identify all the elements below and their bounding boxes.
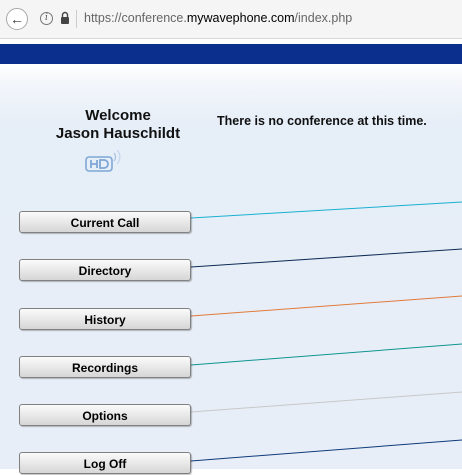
log-off-button[interactable]: Log Off <box>19 452 191 474</box>
recordings-button[interactable]: Recordings <box>19 356 191 378</box>
hd-voice-logo-icon <box>85 149 121 172</box>
lock-icon <box>61 11 69 24</box>
history-button[interactable]: History <box>19 308 191 330</box>
user-name: Jason Hauschildt <box>55 125 181 142</box>
url-prefix: https://conference. <box>84 11 187 25</box>
header-band <box>0 44 462 64</box>
url-domain: mywavephone.com <box>186 11 295 25</box>
options-button[interactable]: Options <box>19 404 191 426</box>
welcome-block: Welcome Jason Hauschildt <box>0 107 236 143</box>
welcome-label: Welcome <box>85 107 151 124</box>
current-call-button[interactable]: Current Call <box>19 211 191 233</box>
back-arrow-icon[interactable]: ← <box>6 8 28 30</box>
info-icon[interactable]: i <box>40 12 53 25</box>
conference-status: There is no conference at this time. <box>217 114 427 128</box>
browser-address-bar: ← i https://conference.mywavephone.com/i… <box>0 0 462 39</box>
url-path: /index.php <box>294 11 353 25</box>
directory-button[interactable]: Directory <box>19 259 191 281</box>
url-separator <box>76 10 77 28</box>
url-field[interactable]: https://conference.mywavephone.com/index… <box>84 11 352 25</box>
